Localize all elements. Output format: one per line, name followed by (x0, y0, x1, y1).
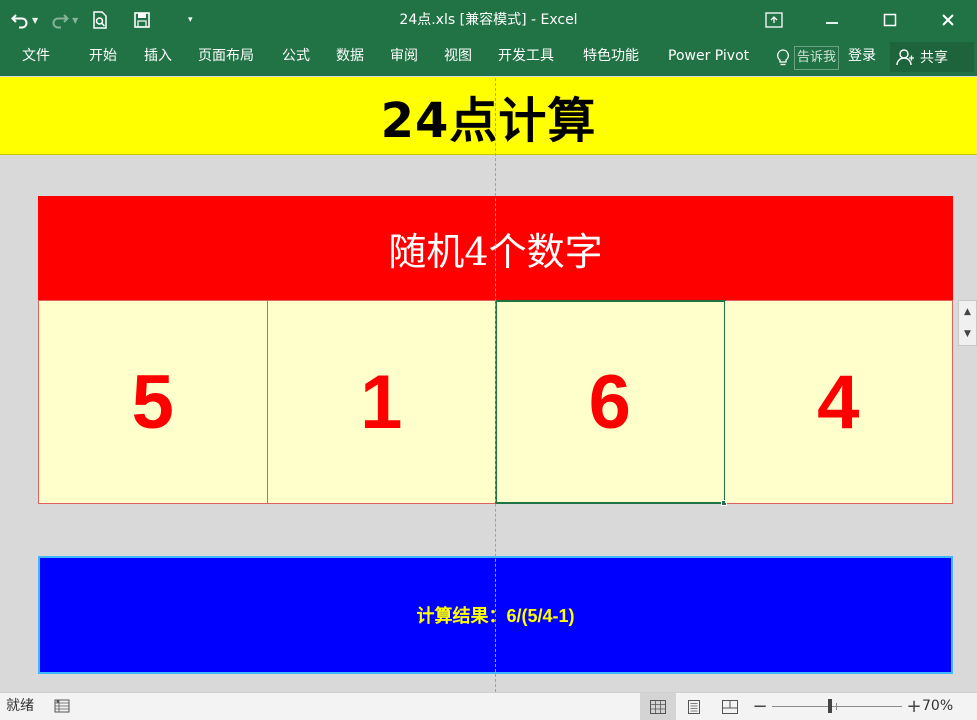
maximize-icon[interactable] (861, 0, 919, 40)
number-cell-1[interactable]: 5 (39, 301, 268, 503)
zoom-percentage[interactable]: 70% (922, 693, 953, 719)
ribbon-display-icon[interactable] (745, 0, 803, 40)
spin-down-icon[interactable]: ▼ (964, 329, 971, 339)
tab-review[interactable]: 审阅 (390, 40, 418, 76)
normal-view-icon[interactable] (640, 693, 676, 720)
tab-page-layout[interactable]: 页面布局 (198, 40, 254, 76)
number-cell-4[interactable]: 4 (724, 301, 952, 503)
customize-qat-icon[interactable]: ▾ (178, 8, 202, 32)
tab-special-features[interactable]: 特色功能 (583, 40, 639, 76)
number-value: 4 (817, 359, 860, 445)
share-label: 共享 (920, 50, 948, 66)
zoom-100-tick (836, 703, 837, 710)
window-controls (745, 0, 977, 40)
page-layout-view-icon[interactable] (676, 693, 712, 720)
number-value: 6 (588, 359, 631, 445)
worksheet[interactable]: 24点计算 随机4个数字 5 1 6 4 计算结果：6/(5/4-1) ▲ ▼ (0, 76, 977, 692)
save-icon[interactable] (130, 8, 154, 32)
share-button[interactable]: 共享 (890, 42, 974, 72)
tab-view[interactable]: 视图 (444, 40, 472, 76)
title-bar: ▼ ▼ ▾ 24点.xls [兼容模式] - Excel (0, 0, 977, 40)
tab-insert[interactable]: 插入 (144, 40, 172, 76)
minimize-icon[interactable] (803, 0, 861, 40)
zoom-out-button[interactable]: − (752, 696, 768, 717)
tab-file[interactable]: 文件 (22, 40, 50, 76)
zoom-slider: − + (752, 693, 922, 720)
tab-power-pivot[interactable]: Power Pivot (668, 40, 749, 76)
ribbon-tabs: 文件 开始 插入 页面布局 公式 数据 审阅 视图 开发工具 特色功能 Powe… (0, 40, 977, 76)
spin-button[interactable]: ▲ ▼ (958, 300, 977, 346)
number-cell-2[interactable]: 1 (267, 301, 496, 503)
tab-home[interactable]: 开始 (89, 40, 117, 76)
spin-up-icon[interactable]: ▲ (964, 307, 971, 317)
tell-me-search[interactable]: 告诉我 (776, 46, 840, 70)
number-value: 1 (360, 359, 403, 445)
page-break-line (495, 78, 496, 692)
tab-developer[interactable]: 开发工具 (498, 40, 554, 76)
print-preview-icon[interactable] (88, 8, 112, 32)
tab-formulas[interactable]: 公式 (282, 40, 310, 76)
redo-dropdown-icon[interactable]: ▼ (72, 16, 78, 25)
zoom-track[interactable] (772, 699, 902, 713)
number-value: 5 (131, 359, 174, 445)
number-cell-3-selected[interactable]: 6 (495, 300, 727, 506)
login-link[interactable]: 登录 (848, 40, 876, 72)
status-text: 就绪 (6, 698, 34, 714)
zoom-in-button[interactable]: + (906, 696, 922, 717)
status-bar: 就绪 − + 70% (0, 692, 977, 720)
undo-icon[interactable] (8, 8, 32, 32)
zoom-thumb[interactable] (828, 699, 832, 713)
page-break-view-icon[interactable] (712, 693, 748, 720)
lightbulb-icon (777, 49, 789, 66)
sheet-title: 24点计算 (380, 92, 597, 149)
undo-dropdown-icon[interactable]: ▼ (32, 16, 38, 25)
person-icon (896, 49, 914, 66)
close-icon[interactable] (919, 0, 977, 40)
tab-data[interactable]: 数据 (336, 40, 364, 76)
tell-me-input[interactable]: 告诉我 (794, 46, 840, 70)
title-banner[interactable]: 24点计算 (0, 77, 977, 155)
macro-record-icon[interactable] (54, 698, 70, 714)
redo-icon[interactable] (48, 8, 72, 32)
quick-access-toolbar: ▼ ▼ ▾ (8, 0, 206, 40)
view-switcher (640, 693, 748, 720)
